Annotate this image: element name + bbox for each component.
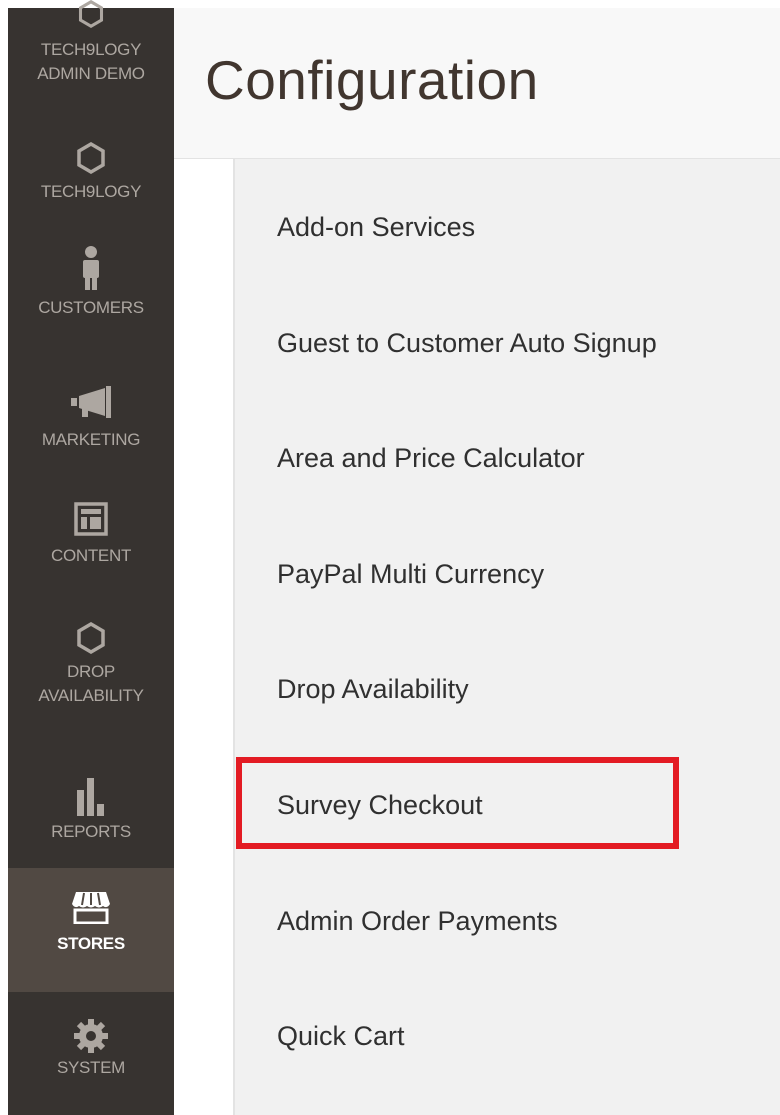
nav-item-tech9logy[interactable]: TECH9LOGY — [8, 124, 174, 224]
nav-item-system[interactable]: SYSTEM — [8, 992, 174, 1102]
layout-icon — [74, 502, 108, 536]
nav-label: DROP — [67, 662, 115, 681]
nav-label: ADMIN DEMO — [37, 64, 145, 83]
nav-label: TECH9LOGY — [40, 40, 142, 59]
hexagon-icon — [78, 0, 104, 28]
hexagon-icon — [77, 142, 105, 174]
nav-label: AVAILABILITY — [38, 686, 144, 705]
config-item-admin-order-payments[interactable]: Admin Order Payments — [277, 904, 558, 938]
nav-item-reports[interactable]: REPORTS — [8, 748, 174, 858]
config-tabs-panel: Add-on Services Guest to Customer Auto S… — [233, 159, 780, 1115]
nav-label: MARKETING — [41, 430, 141, 449]
nav-item-drop-availability[interactable]: DROP AVAILABILITY — [8, 612, 174, 742]
nav-label: CONTENT — [50, 546, 132, 565]
nav-label: CUSTOMERS — [38, 298, 144, 317]
store-icon — [72, 892, 110, 924]
config-item-area-and-price-calculator[interactable]: Area and Price Calculator — [277, 441, 585, 475]
hexagon-icon — [77, 622, 105, 654]
page-title: Configuration — [205, 49, 539, 111]
admin-sidebar: TECH9LOGY ADMIN DEMO TECH9LOGY CUSTOMERS… — [8, 0, 174, 1115]
config-item-guest-to-customer-auto-signup[interactable]: Guest to Customer Auto Signup — [277, 326, 657, 360]
nav-item-tech9logy-admin-demo[interactable]: TECH9LOGY ADMIN DEMO — [8, 0, 174, 124]
config-item-paypal-multi-currency[interactable]: PayPal Multi Currency — [277, 557, 544, 591]
config-item-drop-availability[interactable]: Drop Availability — [277, 672, 469, 706]
config-item-survey-checkout[interactable]: Survey Checkout — [277, 788, 483, 822]
config-item-add-on-services[interactable]: Add-on Services — [277, 210, 475, 244]
megaphone-icon — [71, 386, 111, 418]
nav-item-customers[interactable]: CUSTOMERS — [8, 238, 174, 348]
nav-item-content[interactable]: CONTENT — [8, 494, 174, 594]
nav-label: STORES — [57, 934, 125, 953]
bar-chart-icon — [77, 778, 104, 816]
config-item-quick-cart[interactable]: Quick Cart — [277, 1019, 405, 1053]
person-icon — [83, 246, 99, 290]
nav-item-stores[interactable]: STORES — [8, 868, 174, 992]
gear-icon — [74, 1019, 108, 1053]
nav-label: TECH9LOGY — [40, 182, 142, 201]
nav-label: REPORTS — [51, 822, 131, 841]
page-header: Configuration — [174, 8, 780, 159]
nav-label: SYSTEM — [56, 1058, 126, 1077]
nav-item-marketing[interactable]: MARKETING — [8, 378, 174, 478]
